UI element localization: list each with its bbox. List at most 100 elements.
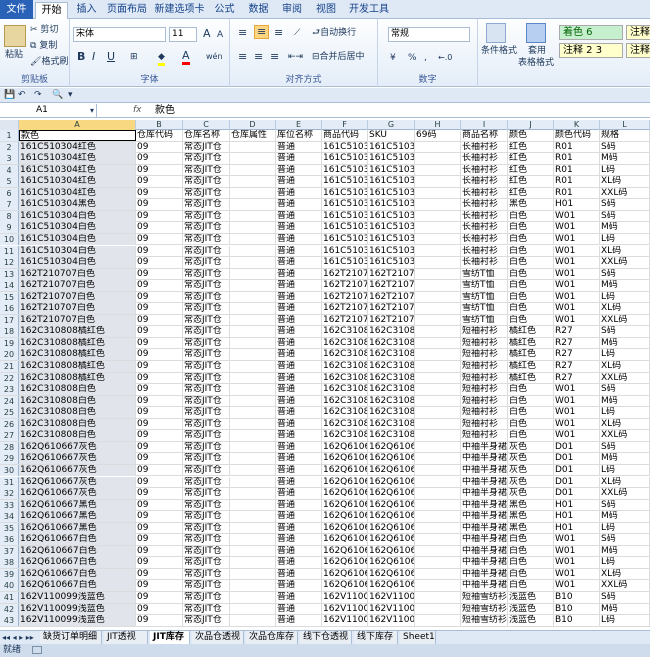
- table-cell[interactable]: W01: [554, 545, 600, 557]
- table-cell[interactable]: L码: [600, 164, 650, 176]
- table-cell[interactable]: [230, 280, 276, 292]
- table-cell[interactable]: 长袖衬衫: [461, 210, 508, 222]
- table-cell[interactable]: 161C5103C: [322, 199, 368, 211]
- table-cell[interactable]: 09: [136, 372, 183, 384]
- row-header[interactable]: 18: [0, 326, 19, 338]
- table-cell[interactable]: 中袖半身裙: [461, 557, 508, 569]
- sheet-tab[interactable]: 线下仓透视: [300, 631, 352, 644]
- table-cell[interactable]: XL码: [600, 568, 650, 580]
- table-cell[interactable]: [230, 372, 276, 384]
- conditional-format-button[interactable]: 条件格式: [481, 45, 517, 57]
- header-cell[interactable]: 颜色: [508, 130, 554, 141]
- table-cell[interactable]: 白色: [508, 407, 554, 419]
- orientation-icon[interactable]: ⟋: [294, 27, 300, 39]
- style-note-2-3[interactable]: 注释 2 3: [559, 43, 623, 58]
- sheet-tab[interactable]: 线下库存: [354, 631, 398, 644]
- table-cell[interactable]: 09: [136, 314, 183, 326]
- table-cell[interactable]: 162T2107C: [322, 303, 368, 315]
- table-cell[interactable]: M码: [600, 395, 650, 407]
- table-cell[interactable]: 灰色: [508, 476, 554, 488]
- table-cell[interactable]: D01: [554, 441, 600, 453]
- table-cell[interactable]: 162Q6106C: [322, 488, 368, 500]
- percent-button[interactable]: %: [408, 52, 417, 64]
- copy-button[interactable]: ⧉ 复制: [30, 40, 57, 52]
- fx-icon[interactable]: fx: [133, 104, 142, 117]
- table-cell[interactable]: 162Q610667D01XL: [368, 476, 415, 488]
- table-cell[interactable]: 162C3108C: [322, 384, 368, 396]
- table-cell[interactable]: 红色: [508, 187, 554, 199]
- column-header[interactable]: C: [183, 120, 230, 130]
- table-cell[interactable]: M码: [600, 280, 650, 292]
- table-cell[interactable]: 162C3108C: [322, 407, 368, 419]
- table-cell[interactable]: 短袖衬衫: [461, 430, 508, 442]
- table-cell[interactable]: 常态JIT仓: [183, 268, 230, 280]
- table-cell[interactable]: B10: [554, 615, 600, 627]
- table-cell[interactable]: 常态JIT仓: [183, 557, 230, 569]
- table-cell[interactable]: 短袖衬衫: [461, 349, 508, 361]
- column-header[interactable]: F: [322, 120, 368, 130]
- table-cell[interactable]: 短袖衬衫: [461, 337, 508, 349]
- table-cell[interactable]: 162T210707白色: [19, 303, 136, 315]
- table-cell[interactable]: [230, 430, 276, 442]
- table-cell[interactable]: [230, 603, 276, 615]
- table-cell[interactable]: 161C510304白色: [19, 257, 136, 269]
- table-cell[interactable]: [415, 557, 461, 569]
- table-cell[interactable]: S码: [600, 268, 650, 280]
- table-cell[interactable]: [415, 291, 461, 303]
- table-cell[interactable]: L码: [600, 349, 650, 361]
- table-cell[interactable]: R01: [554, 187, 600, 199]
- table-cell[interactable]: 黑色: [508, 199, 554, 211]
- save-icon[interactable]: 💾: [4, 89, 15, 101]
- table-cell[interactable]: 162Q610667灰色: [19, 453, 136, 465]
- table-cell[interactable]: [230, 476, 276, 488]
- tab-1[interactable]: 开始: [35, 2, 68, 19]
- table-cell[interactable]: 162C3108C: [322, 430, 368, 442]
- table-cell[interactable]: 长袖衬衫: [461, 164, 508, 176]
- table-cell[interactable]: 162Q610667W010L: [368, 557, 415, 569]
- table-cell[interactable]: 常态JIT仓: [183, 499, 230, 511]
- table-cell[interactable]: M码: [600, 545, 650, 557]
- table-cell[interactable]: 普通: [276, 245, 322, 257]
- table-cell[interactable]: 162V110099B100M: [368, 603, 415, 615]
- table-cell[interactable]: 普通: [276, 522, 322, 534]
- table-cell[interactable]: L码: [600, 615, 650, 627]
- table-cell[interactable]: 162C310808W012L: [368, 430, 415, 442]
- table-cell[interactable]: W01: [554, 534, 600, 546]
- table-cell[interactable]: XXL码: [600, 430, 650, 442]
- table-cell[interactable]: [415, 372, 461, 384]
- sheet-tab[interactable]: 缺货订单明细: [40, 631, 102, 644]
- table-cell[interactable]: 普通: [276, 153, 322, 165]
- table-cell[interactable]: W01: [554, 222, 600, 234]
- table-cell[interactable]: 普通: [276, 384, 322, 396]
- customize-dropdown-icon[interactable]: ▾: [68, 89, 73, 101]
- table-cell[interactable]: 长袖衬衫: [461, 153, 508, 165]
- table-cell[interactable]: 常态JIT仓: [183, 303, 230, 315]
- align-center-icon[interactable]: ≡: [254, 51, 263, 63]
- table-cell[interactable]: 162Q610667黑色: [19, 499, 136, 511]
- table-cell[interactable]: 普通: [276, 499, 322, 511]
- table-cell[interactable]: [415, 349, 461, 361]
- table-cell[interactable]: 161C510304W010S: [368, 210, 415, 222]
- table-cell[interactable]: 普通: [276, 372, 322, 384]
- table-cell[interactable]: 长袖衬衫: [461, 141, 508, 153]
- table-cell[interactable]: 普通: [276, 464, 322, 476]
- table-cell[interactable]: 162T210707W01XL: [368, 303, 415, 315]
- phonetic-button[interactable]: wén: [206, 51, 223, 63]
- table-cell[interactable]: [415, 384, 461, 396]
- table-cell[interactable]: 162Q610667黑色: [19, 511, 136, 523]
- table-cell[interactable]: 162V110099浅蓝色: [19, 592, 136, 603]
- table-cell[interactable]: 162T210707白色: [19, 280, 136, 292]
- row-header[interactable]: 5: [0, 176, 19, 188]
- sheet-tab[interactable]: 次品仓库存: [246, 631, 298, 644]
- table-cell[interactable]: 常态JIT仓: [183, 176, 230, 188]
- table-cell[interactable]: 普通: [276, 580, 322, 592]
- table-cell[interactable]: [415, 534, 461, 546]
- table-cell[interactable]: 常态JIT仓: [183, 245, 230, 257]
- table-cell[interactable]: 162C310808白色: [19, 430, 136, 442]
- table-cell[interactable]: [230, 291, 276, 303]
- table-cell[interactable]: [415, 210, 461, 222]
- table-cell[interactable]: 161C5103C: [322, 210, 368, 222]
- row-header[interactable]: 24: [0, 395, 19, 407]
- table-cell[interactable]: [230, 326, 276, 338]
- table-cell[interactable]: 161C510304白色: [19, 210, 136, 222]
